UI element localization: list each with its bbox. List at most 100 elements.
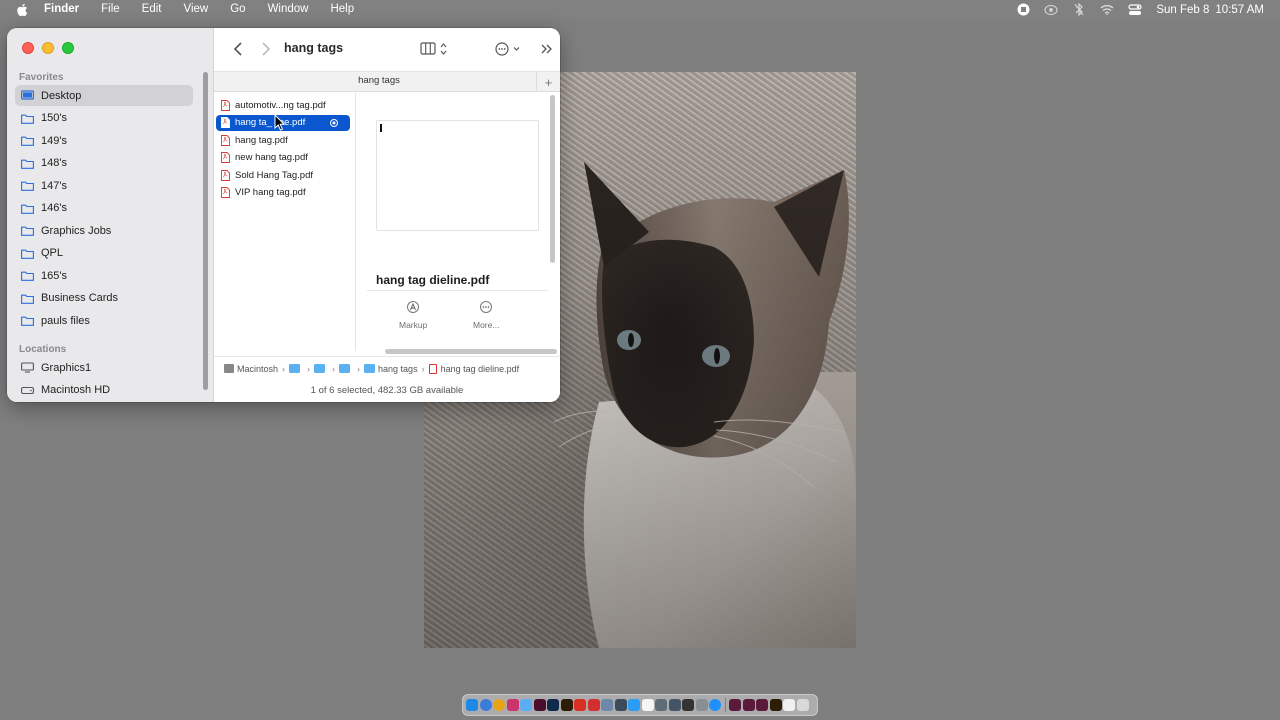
sidebar-item-149s[interactable]: 149's: [15, 130, 193, 151]
dock-document-icon[interactable]: [783, 699, 795, 711]
path-separator: ›: [332, 363, 336, 374]
minimize-window-button[interactable]: [42, 42, 54, 54]
menu-app-finder[interactable]: Finder: [44, 0, 79, 19]
sidebar-item-graphics1[interactable]: Graphics1: [15, 357, 193, 378]
window-title: hang tags: [284, 41, 344, 55]
folder-icon: [21, 248, 34, 259]
apple-menu-icon[interactable]: [16, 3, 30, 17]
stop-recording-icon[interactable]: [1016, 3, 1030, 17]
sidebar-item-150s[interactable]: 150's: [15, 108, 193, 129]
sidebar-item-graphics-jobs[interactable]: Graphics Jobs: [15, 220, 193, 241]
dock-photoshop-icon[interactable]: [547, 699, 559, 711]
sidebar-item-desktop[interactable]: Desktop: [15, 85, 193, 106]
file-row-automotive[interactable]: automotiv...ng tag.pdf: [216, 97, 350, 113]
clock-date: Sun Feb 8: [1156, 3, 1210, 16]
dock-app-icon[interactable]: [668, 699, 681, 711]
dock-app-icon[interactable]: [628, 699, 640, 711]
menu-clock[interactable]: Sun Feb 8 10:57 AM: [1156, 4, 1264, 16]
dock-app-icon[interactable]: [655, 699, 667, 711]
markup-button[interactable]: Markup: [399, 301, 427, 330]
path-separator: ›: [282, 363, 286, 374]
menu-go[interactable]: Go: [230, 0, 245, 19]
menu-window[interactable]: Window: [268, 0, 309, 19]
control-center-icon[interactable]: [1128, 3, 1142, 17]
dock-indesign-doc-icon[interactable]: [756, 699, 768, 711]
sidebar-item-macintosh-hd[interactable]: Macintosh HD: [15, 380, 193, 401]
tab-hang-tags[interactable]: hang tags: [214, 75, 544, 86]
dock-illustrator-doc-icon[interactable]: [769, 699, 782, 711]
path-item-file[interactable]: hang tag dieline.pdf: [428, 363, 519, 374]
close-window-button[interactable]: [22, 42, 34, 54]
folder-icon: [21, 203, 34, 214]
dock-app-icon[interactable]: [709, 699, 721, 711]
file-row-new-hang-tag[interactable]: new hang tag.pdf: [216, 150, 350, 166]
focus-icon[interactable]: [1044, 3, 1058, 17]
dock-finder-icon[interactable]: [466, 699, 478, 711]
new-tab-button[interactable]: +: [536, 72, 560, 92]
file-row-vip-hang-tag[interactable]: VIP hang tag.pdf: [216, 185, 350, 201]
dock-safari-icon[interactable]: [479, 699, 492, 711]
sidebar-item-label: Desktop: [41, 89, 82, 102]
path-item-folder-1[interactable]: [289, 364, 303, 373]
forward-button[interactable]: [260, 41, 272, 57]
path-bar: Macintosh › › › › hang tags › hang tag d…: [214, 356, 560, 380]
more-label: More...: [473, 320, 500, 330]
pdf-file-icon: [221, 152, 230, 163]
sidebar-item-146s[interactable]: 146's: [15, 198, 193, 219]
path-item-hang-tags[interactable]: hang tags: [364, 364, 418, 374]
bluetooth-icon[interactable]: [1072, 3, 1086, 17]
sidebar-item-qpl[interactable]: QPL: [15, 243, 193, 264]
wifi-icon[interactable]: [1100, 3, 1114, 17]
dock-illustrator-icon[interactable]: [560, 699, 573, 711]
sync-status-icon: [330, 118, 338, 127]
toolbar-overflow-icon[interactable]: [540, 42, 554, 56]
sidebar-item-business-cards[interactable]: Business Cards: [15, 288, 193, 309]
zoom-window-button[interactable]: [62, 42, 74, 54]
dock-acrobat-icon[interactable]: [574, 699, 586, 711]
view-mode-button[interactable]: [420, 41, 450, 57]
dock-indesign-doc-icon[interactable]: [742, 699, 755, 711]
pdf-file-icon: [428, 363, 437, 374]
action-menu-button[interactable]: [494, 41, 524, 57]
pdf-thumbnail[interactable]: [376, 120, 539, 231]
folder-icon: [21, 113, 34, 124]
folder-icon: [21, 135, 34, 146]
sidebar-item-148s[interactable]: 148's: [15, 153, 193, 174]
path-item-folder-3[interactable]: [339, 364, 353, 373]
menu-help[interactable]: Help: [330, 0, 354, 19]
display-icon: [21, 362, 34, 373]
menu-edit[interactable]: Edit: [142, 0, 162, 19]
preview-scrollbar[interactable]: [550, 95, 555, 263]
sidebar-scrollbar[interactable]: [203, 72, 208, 390]
dock-mail-icon[interactable]: [520, 699, 532, 711]
dock-trash-icon[interactable]: [796, 699, 809, 711]
dock-textedit-icon[interactable]: [641, 699, 654, 711]
more-actions-button[interactable]: More...: [473, 301, 499, 330]
file-row-hang-tag[interactable]: hang tag.pdf: [216, 132, 350, 148]
horizontal-scrollbar[interactable]: [385, 349, 557, 354]
sidebar-item-165s[interactable]: 165's: [15, 265, 193, 286]
dock-app-icon[interactable]: [506, 699, 519, 711]
sidebar-section-locations: Locations: [19, 344, 67, 355]
folder-icon: [21, 293, 34, 304]
menu-view[interactable]: View: [184, 0, 209, 19]
preview-file-name: hang tag dieline.pdf: [376, 273, 490, 287]
dock-indesign-doc-icon[interactable]: [729, 699, 741, 711]
dock-app-icon[interactable]: [587, 699, 600, 711]
sidebar-item-pauls-files[interactable]: pauls files: [15, 310, 193, 331]
dock-app-icon[interactable]: [601, 699, 613, 711]
dock-indesign-icon[interactable]: [533, 699, 546, 711]
path-item-folder-2[interactable]: [314, 364, 328, 373]
dock-chrome-icon[interactable]: [493, 699, 505, 711]
back-button[interactable]: [232, 41, 244, 57]
file-row-sold-hang-tag[interactable]: Sold Hang Tag.pdf: [216, 167, 350, 183]
toolbar: hang tags: [214, 28, 560, 72]
dock-app-icon[interactable]: [695, 699, 708, 711]
dock-app-icon[interactable]: [614, 699, 627, 711]
path-item-macintosh[interactable]: Macintosh: [224, 364, 278, 374]
folder-icon: [21, 270, 34, 281]
sidebar-item-147s[interactable]: 147's: [15, 175, 193, 196]
sidebar-item-label: Graphics Jobs: [41, 224, 112, 237]
menu-file[interactable]: File: [101, 0, 120, 19]
dock-app-icon[interactable]: [682, 699, 694, 711]
